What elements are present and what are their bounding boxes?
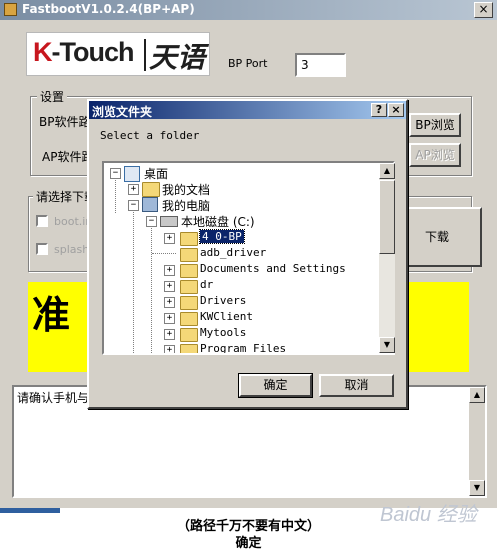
expand-desktop-toggle[interactable]: − <box>110 168 121 179</box>
tree-scroll-down-icon[interactable]: ▼ <box>379 337 395 353</box>
folder-icon <box>180 312 198 326</box>
tree-item-folder[interactable]: KWClient <box>200 310 253 323</box>
dialog-close-button[interactable]: × <box>388 103 404 117</box>
dialog-ok-button[interactable]: 确定 <box>238 373 313 398</box>
expand-my-computer-toggle[interactable]: − <box>128 200 139 211</box>
hard-disk-icon <box>160 216 178 227</box>
folder-icon <box>180 264 198 278</box>
ap-path-label: AP软件路 <box>42 150 94 164</box>
tree-item-folder[interactable]: Program Files <box>200 342 286 353</box>
log-scroll-down-icon[interactable]: ▼ <box>469 480 485 496</box>
dialog-title: 浏览文件夹 <box>92 105 153 119</box>
my-documents-icon <box>142 182 160 197</box>
log-text: 请确认手机与 <box>17 391 90 405</box>
window-title: FastbootV1.0.2.4(BP+AP) <box>22 2 195 16</box>
window-close-button[interactable]: × <box>474 2 493 18</box>
boot-img-checkbox[interactable] <box>36 215 48 227</box>
folder-icon <box>180 296 198 310</box>
expand-local-disk-toggle[interactable]: − <box>146 216 157 227</box>
dialog-cancel-button[interactable]: 取消 <box>319 374 394 397</box>
expand-folder-toggle[interactable]: + <box>164 313 175 324</box>
logo-brand-cn: 天语 <box>149 41 206 74</box>
tree-item-folder[interactable]: Mytools <box>200 326 246 339</box>
tree-item-my-documents[interactable]: 我的文档 <box>162 181 210 198</box>
bp-port-label: BP Port <box>228 57 268 70</box>
dialog-help-button[interactable]: ? <box>371 103 387 117</box>
expand-folder-toggle[interactable]: + <box>164 233 175 244</box>
bp-port-input[interactable]: 3 <box>295 53 346 77</box>
ap-browse-button[interactable]: AP浏览 <box>409 143 461 167</box>
logo-brand-latin: K-Touch <box>33 37 135 68</box>
app-icon <box>4 3 17 16</box>
tree-item-folder[interactable]: Documents and Settings <box>200 262 346 275</box>
logo-brand-rest: -Touch <box>51 37 135 67</box>
ktouch-logo: K-Touch 天语 <box>26 32 210 76</box>
status-text: 准 <box>32 292 71 337</box>
taskbar-strip <box>0 508 60 513</box>
tree-item-folder[interactable]: adb_driver <box>200 246 266 259</box>
folder-icon <box>180 328 198 342</box>
folder-icon <box>180 248 198 262</box>
settings-group-title: 设置 <box>37 88 68 105</box>
dialog-prompt: Select a folder <box>100 129 200 142</box>
expand-folder-toggle[interactable]: + <box>164 265 175 276</box>
tree-item-folder[interactable]: 4 0-BP <box>199 229 245 244</box>
log-scroll-up-icon[interactable]: ▲ <box>469 387 485 403</box>
folder-icon <box>180 280 198 294</box>
tree-item-local-disk[interactable]: 本地磁盘 (C:) <box>181 213 255 230</box>
tree-scroll-thumb[interactable] <box>379 180 395 254</box>
tree-item-my-computer[interactable]: 我的电脑 <box>162 197 210 214</box>
tree-item-folder[interactable]: dr <box>200 278 213 291</box>
bp-path-label: BP软件路 <box>39 115 91 129</box>
tree-item-folder[interactable]: Drivers <box>200 294 246 307</box>
logo-brand-k: K <box>33 37 52 67</box>
tree-item-desktop[interactable]: 桌面 <box>144 165 168 182</box>
tree-scroll-up-icon[interactable]: ▲ <box>379 163 395 179</box>
splash-checkbox[interactable] <box>36 243 48 255</box>
expand-folder-toggle[interactable]: + <box>164 281 175 292</box>
folder-icon <box>180 232 198 246</box>
my-computer-icon <box>142 197 158 212</box>
logo-separator <box>144 39 146 71</box>
bp-browse-button[interactable]: BP浏览 <box>409 113 461 137</box>
expand-folder-toggle[interactable]: + <box>164 297 175 308</box>
expand-folder-toggle[interactable]: + <box>164 345 175 353</box>
desktop-icon <box>124 166 140 182</box>
expand-folder-toggle[interactable]: + <box>164 329 175 340</box>
expand-my-documents-toggle[interactable]: + <box>128 184 139 195</box>
folder-tree[interactable]: − 桌面 + 我的文档 − 我的电脑 − 本地磁盘 (C:) +4 0-BP ad… <box>102 161 395 355</box>
folder-icon <box>180 344 198 353</box>
caption-line-2: 确定 <box>235 536 262 551</box>
